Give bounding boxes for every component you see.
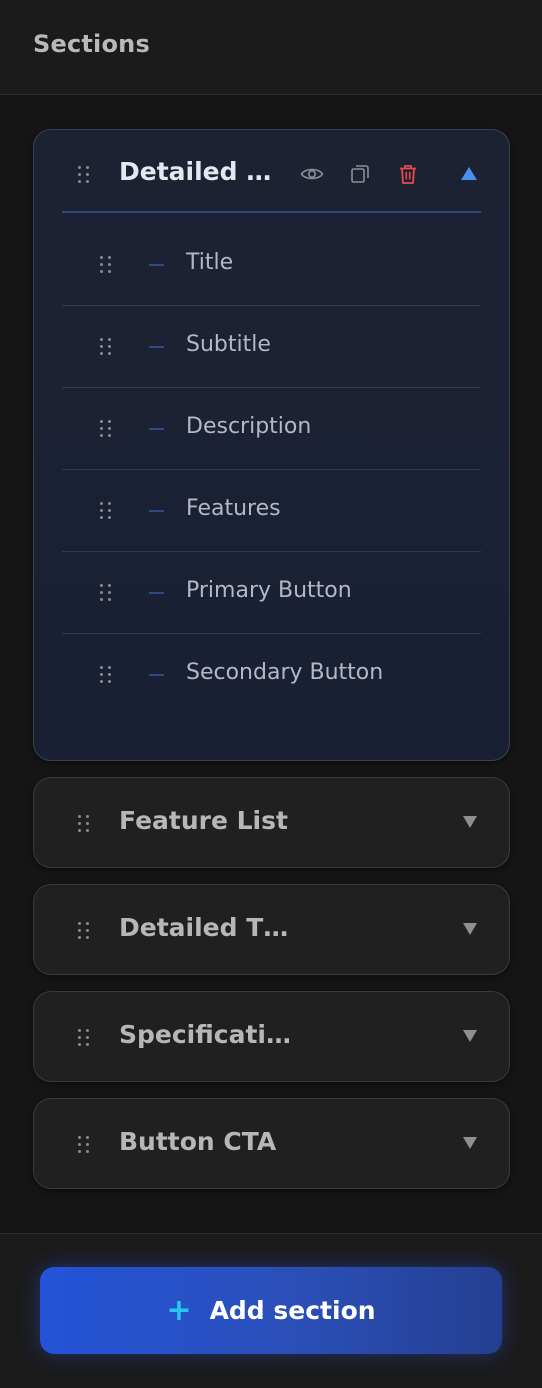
section-title: Button CTA (119, 1127, 277, 1156)
drag-handle-icon[interactable] (98, 664, 114, 684)
section-title: Detailed In… (119, 157, 279, 186)
dash-marker (149, 264, 164, 266)
plus-icon: + (166, 1292, 192, 1328)
eye-icon[interactable] (300, 162, 324, 186)
section-header[interactable]: Detailed T… (34, 885, 509, 974)
subsection-label: Primary Button (186, 578, 352, 603)
add-section-label: Add section (209, 1296, 376, 1325)
subsection-label: Description (186, 414, 312, 439)
duplicate-icon[interactable] (348, 162, 372, 186)
chevron-down-icon[interactable] (463, 923, 477, 935)
subsection-label: Subtitle (186, 332, 271, 357)
subsection-item[interactable]: Subtitle (62, 306, 481, 388)
sections-panel: Sections Detailed In… (0, 0, 542, 1388)
section-header[interactable]: Specificati… (34, 992, 509, 1081)
drag-handle-icon[interactable] (98, 582, 114, 602)
section-title: Feature List (119, 806, 288, 835)
drag-handle-icon[interactable] (98, 254, 114, 274)
subsection-label: Title (186, 250, 234, 275)
section-card[interactable]: Feature List (33, 777, 510, 868)
chevron-up-icon[interactable] (461, 167, 477, 180)
section-header[interactable]: Button CTA (34, 1099, 509, 1188)
section-header[interactable]: Feature List (34, 778, 509, 867)
header-divider (62, 211, 481, 213)
subsection-item[interactable]: Secondary Button (62, 634, 481, 716)
section-title: Specificati… (119, 1020, 291, 1049)
section-header[interactable]: Detailed In… (34, 130, 509, 218)
drag-handle-icon[interactable] (76, 920, 92, 940)
panel-header: Sections (0, 0, 542, 95)
dash-marker (149, 428, 164, 430)
section-card-expanded[interactable]: Detailed In… (33, 129, 510, 761)
drag-handle-icon[interactable] (98, 418, 114, 438)
dash-marker (149, 674, 164, 676)
chevron-down-icon[interactable] (463, 816, 477, 828)
section-title: Detailed T… (119, 913, 289, 942)
drag-handle-icon[interactable] (76, 1027, 92, 1047)
chevron-down-icon[interactable] (463, 1030, 477, 1042)
section-card[interactable]: Specificati… (33, 991, 510, 1082)
drag-handle-icon[interactable] (76, 813, 92, 833)
panel-footer: + Add section (0, 1233, 542, 1388)
subsection-label: Secondary Button (186, 660, 384, 685)
dash-marker (149, 510, 164, 512)
section-card[interactable]: Button CTA (33, 1098, 510, 1189)
section-list: Detailed In… (33, 129, 510, 1189)
drag-handle-icon[interactable] (98, 500, 114, 520)
dash-marker (149, 592, 164, 594)
subsection-item[interactable]: Description (62, 388, 481, 470)
subsection-label: Features (186, 496, 281, 521)
dash-marker (149, 346, 164, 348)
subsection-item[interactable]: Primary Button (62, 552, 481, 634)
subsection-item[interactable]: Title (62, 224, 481, 306)
drag-handle-icon[interactable] (98, 336, 114, 356)
drag-handle-icon[interactable] (76, 1134, 92, 1154)
drag-handle-icon[interactable] (76, 164, 92, 184)
panel-title: Sections (33, 30, 150, 58)
section-card[interactable]: Detailed T… (33, 884, 510, 975)
subsection-item[interactable]: Features (62, 470, 481, 552)
chevron-down-icon[interactable] (463, 1137, 477, 1149)
trash-icon[interactable] (396, 162, 420, 186)
add-section-button[interactable]: + Add section (40, 1267, 502, 1354)
